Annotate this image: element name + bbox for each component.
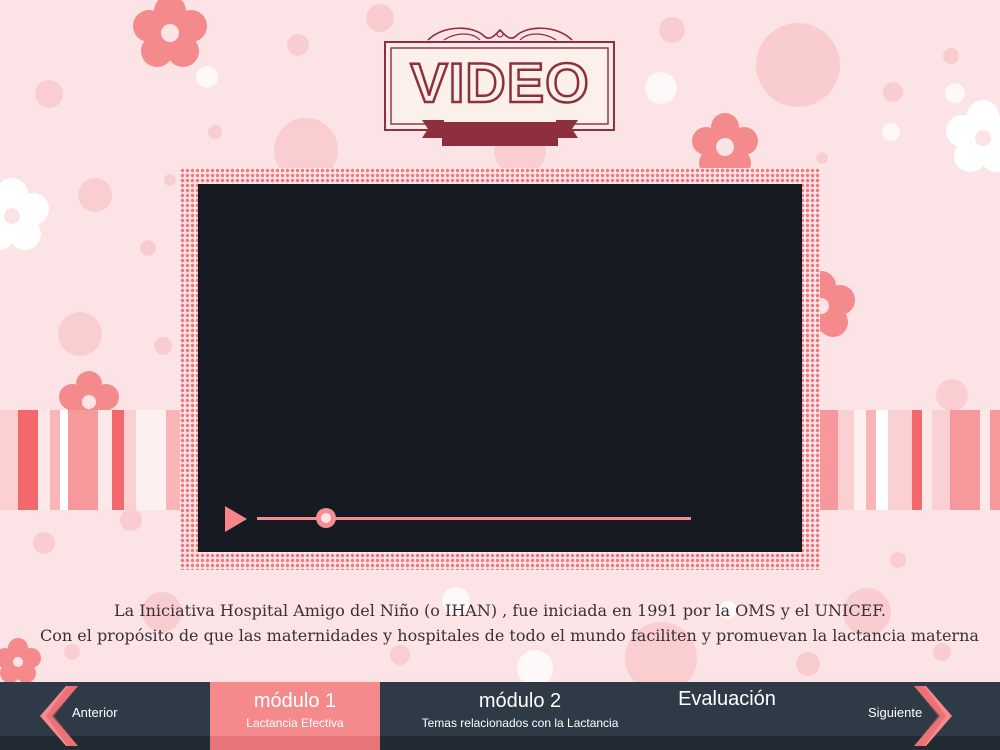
right-stripe-band <box>820 410 1000 510</box>
video-player-screen[interactable] <box>198 184 802 552</box>
video-header-badge: VIDEO <box>384 22 616 152</box>
chevron-right-icon <box>914 686 952 746</box>
left-stripe-band <box>0 410 180 510</box>
play-button[interactable] <box>225 506 247 532</box>
tab-modulo-1[interactable]: módulo 1 Lactancia Efectiva <box>210 682 380 750</box>
tab-modulo-2-subtitle: Temas relacionados con la Lactancia <box>421 716 619 730</box>
tab-modulo-1-subtitle: Lactancia Efectiva <box>246 716 344 730</box>
tab-evaluacion-title: Evaluación <box>678 688 776 710</box>
caption-line-1: La Iniciativa Hospital Amigo del Niño (o… <box>114 601 886 620</box>
video-title: VIDEO <box>409 50 590 115</box>
tab-modulo-2[interactable]: módulo 2 Temas relacionados con la Lacta… <box>400 682 640 736</box>
next-button[interactable]: Siguiente <box>860 682 960 750</box>
caption-line-2: Con el propósito de que las maternidades… <box>40 626 979 645</box>
tab-modulo-2-title: módulo 2 <box>478 690 562 712</box>
tab-modulo-1-title: módulo 1 <box>253 690 337 712</box>
video-caption: La Iniciativa Hospital Amigo del Niño (o… <box>40 598 979 648</box>
previous-button[interactable]: Anterior <box>38 682 158 750</box>
tab-evaluacion[interactable]: Evaluación <box>660 682 794 736</box>
previous-label: Anterior <box>72 705 118 720</box>
